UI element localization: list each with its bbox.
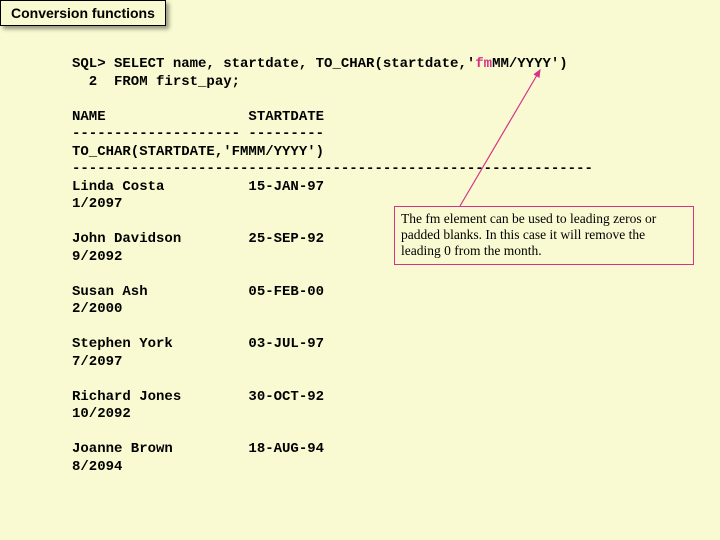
title-box: Conversion functions [0, 0, 166, 26]
fm-highlight: fm [475, 56, 492, 72]
sql-output-block: SQL> SELECT name, startdate, TO_CHAR(sta… [72, 56, 593, 476]
table-row: 8/2094 [72, 459, 122, 475]
table-row: Stephen York 03-JUL-97 [72, 336, 324, 352]
table-row: 1/2097 [72, 196, 122, 212]
table-row: Joanne Brown 18-AUG-94 [72, 441, 324, 457]
table-row: 2/2000 [72, 301, 122, 317]
dash-2: ----------------------------------------… [72, 161, 593, 177]
page-title: Conversion functions [11, 5, 155, 21]
dash-1: -------------------- --------- [72, 126, 324, 142]
tochar-header: TO_CHAR(STARTDATE,'FMMM/YYYY') [72, 144, 324, 160]
col-headers: NAME STARTDATE [72, 109, 324, 125]
table-row: Linda Costa 15-JAN-97 [72, 179, 324, 195]
callout-box: The fm element can be used to leading ze… [394, 206, 694, 265]
sql-line-1-post: MM/YYYY') [492, 56, 568, 72]
table-row: Richard Jones 30-OCT-92 [72, 389, 324, 405]
table-row: 10/2092 [72, 406, 131, 422]
callout-text: The fm element can be used to leading ze… [401, 211, 656, 258]
sql-line-1-pre: SQL> SELECT name, startdate, TO_CHAR(sta… [72, 56, 475, 72]
table-row: 7/2097 [72, 354, 122, 370]
table-row: Susan Ash 05-FEB-00 [72, 284, 324, 300]
sql-line-2: 2 FROM first_pay; [72, 74, 240, 90]
table-row: 9/2092 [72, 249, 122, 265]
table-row: John Davidson 25-SEP-92 [72, 231, 324, 247]
